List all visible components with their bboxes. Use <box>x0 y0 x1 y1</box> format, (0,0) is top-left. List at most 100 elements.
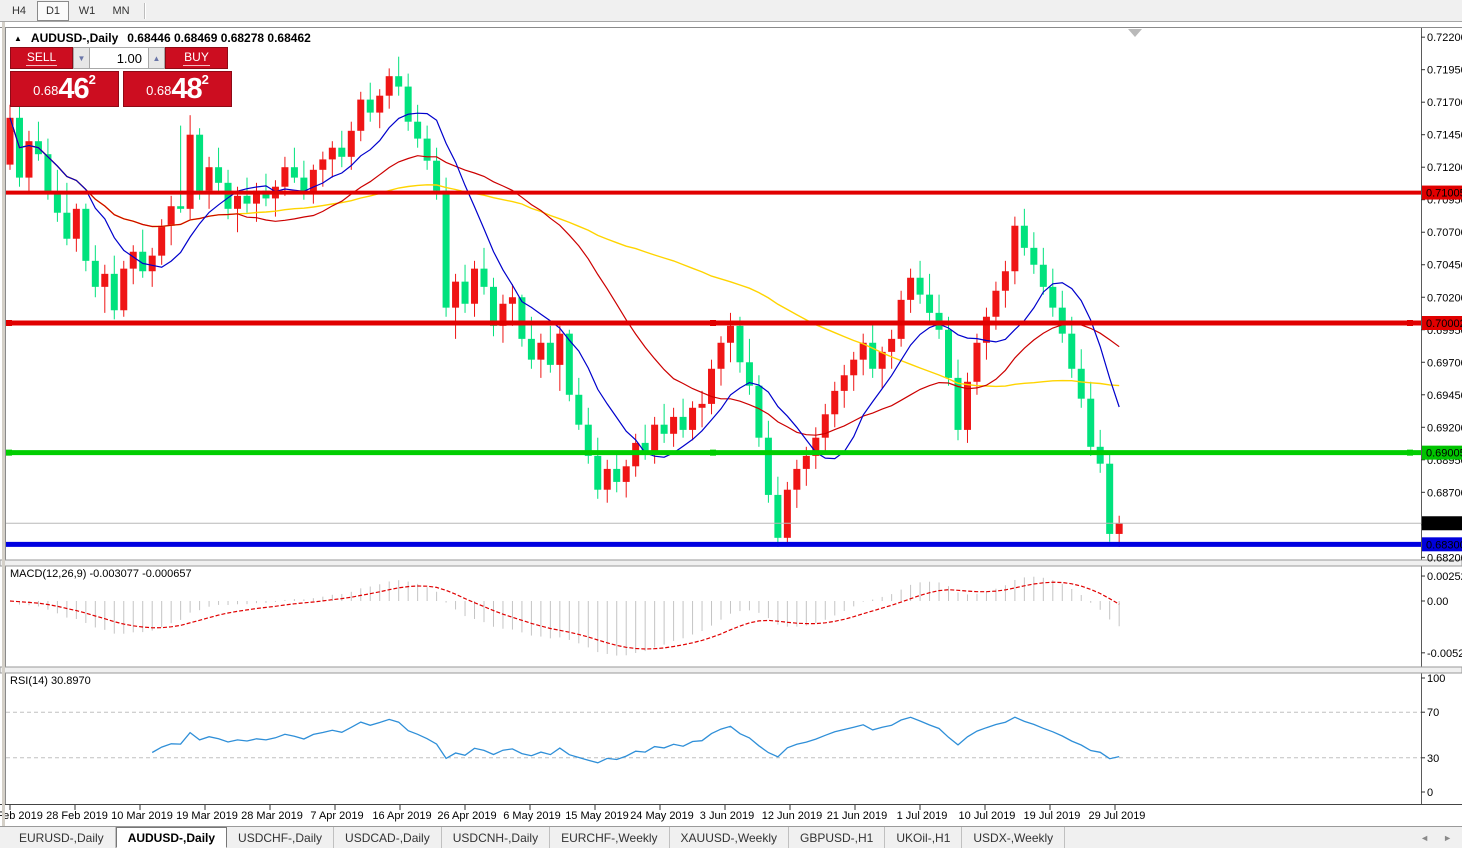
chart-tab-bar: EURUSD-,Daily AUDUSD-,Daily USDCHF-,Dail… <box>0 826 1462 848</box>
rsi-line <box>152 717 1119 763</box>
line-handle[interactable] <box>6 450 12 456</box>
price-tick-label: 0.70450 <box>1427 260 1462 272</box>
candlestick <box>481 269 488 287</box>
ma-slow-line <box>10 118 1119 387</box>
candlestick <box>680 417 687 430</box>
candlestick <box>509 297 516 304</box>
candlestick <box>462 282 469 304</box>
candlestick <box>310 170 317 193</box>
timeframe-button-h4[interactable]: H4 <box>3 1 35 21</box>
price-tick-label: 0.68200 <box>1427 552 1462 564</box>
macd-tick-label: -0.005234 <box>1427 648 1462 660</box>
date-tick-label: 10 Jul 2019 <box>959 810 1016 822</box>
date-tick-label: 10 Mar 2019 <box>111 810 173 822</box>
ma-fast-line <box>10 113 1119 458</box>
volume-decrease-button[interactable]: ▼ <box>73 47 90 69</box>
ma-mid-line <box>10 118 1119 435</box>
timeframe-button-w1[interactable]: W1 <box>71 1 103 21</box>
tab-usdx-weekly[interactable]: USDX-,Weekly <box>962 827 1065 848</box>
date-tick-label: 26 Apr 2019 <box>437 810 496 822</box>
tab-usdcnh-daily[interactable]: USDCNH-,Daily <box>442 827 550 848</box>
candlestick <box>623 466 630 482</box>
spin-down-icon: ▼ <box>78 54 86 63</box>
shift-end-triangle-icon[interactable] <box>1128 29 1142 37</box>
timeframe-button-mn[interactable]: MN <box>105 1 137 21</box>
line-handle[interactable] <box>710 320 716 326</box>
candlestick <box>376 96 383 113</box>
chart-menu-triangle-icon[interactable]: ▲ <box>14 34 22 43</box>
candlestick <box>490 287 497 326</box>
tab-ukoil-h1[interactable]: UKOil-,H1 <box>885 827 962 848</box>
candlestick <box>831 391 838 414</box>
candlestick <box>357 100 364 131</box>
date-tick-label: 15 May 2019 <box>565 810 629 822</box>
tab-eurchf-weekly[interactable]: EURCHF-,Weekly <box>550 827 669 848</box>
price-tick-label: 0.71950 <box>1427 65 1462 77</box>
pane-splitter[interactable] <box>0 667 1462 673</box>
sell-price-box[interactable]: 0.68462 <box>10 71 119 107</box>
tab-usdchf-daily[interactable]: USDCHF-,Daily <box>227 827 334 848</box>
candlestick <box>774 495 781 538</box>
date-tick-label: 3 Jun 2019 <box>700 810 754 822</box>
tab-xauusd-weekly[interactable]: XAUUSD-,Weekly <box>670 827 789 848</box>
tab-scroll-right-icon[interactable]: ► <box>1443 833 1452 843</box>
candlestick <box>926 295 933 313</box>
date-tick-label: 19 Jul 2019 <box>1024 810 1081 822</box>
candlestick <box>82 209 89 261</box>
candlestick <box>1068 334 1075 369</box>
candlestick <box>177 206 184 209</box>
volume-input[interactable] <box>90 47 148 69</box>
buy-button[interactable]: BUY <box>165 47 228 69</box>
timeframe-button-d1[interactable]: D1 <box>37 1 69 21</box>
price-tick-label: 0.71450 <box>1427 130 1462 142</box>
line-handle[interactable] <box>710 450 716 456</box>
price-tick-label: 0.70200 <box>1427 292 1462 304</box>
date-tick-label: 6 May 2019 <box>503 810 560 822</box>
volume-increase-button[interactable]: ▲ <box>148 47 165 69</box>
candlestick <box>111 274 118 310</box>
date-tick-label: 12 Jun 2019 <box>762 810 823 822</box>
buy-price-box[interactable]: 0.68482 <box>123 71 232 107</box>
date-tick-label: 24 May 2019 <box>630 810 694 822</box>
pane-splitter[interactable] <box>0 560 1462 566</box>
candlestick <box>1040 265 1047 287</box>
tab-eurusd-daily[interactable]: EURUSD-,Daily <box>8 827 116 848</box>
candlestick <box>291 167 298 177</box>
buy-price-prefix: 0.68 <box>146 78 171 104</box>
line-handle[interactable] <box>6 320 12 326</box>
line-handle[interactable] <box>1407 450 1413 456</box>
price-badge-label: 0.70002 <box>1426 318 1462 330</box>
buy-price-sup: 2 <box>202 73 209 86</box>
candlestick <box>1021 226 1028 248</box>
candlestick <box>1002 271 1009 291</box>
candlestick <box>784 490 791 538</box>
line-handle[interactable] <box>1407 320 1413 326</box>
candlestick <box>917 278 924 295</box>
candlestick <box>613 469 620 482</box>
candlestick <box>130 252 137 269</box>
tab-scroll-left-icon[interactable]: ◄ <box>1420 833 1429 843</box>
candlestick <box>1087 399 1094 447</box>
date-tick-label: 19 Feb 2019 <box>0 810 43 822</box>
main-chart[interactable]: 0.722000.719500.717000.714500.712000.709… <box>0 0 1462 848</box>
candlestick <box>101 274 108 287</box>
tab-usdcad-daily[interactable]: USDCAD-,Daily <box>334 827 442 848</box>
candlestick <box>244 196 251 204</box>
candlestick <box>63 213 70 239</box>
sell-button[interactable]: SELL <box>10 47 73 69</box>
tab-gbpusd-h1[interactable]: GBPUSD-,H1 <box>789 827 885 848</box>
candlestick <box>670 417 677 434</box>
candlestick <box>234 196 241 209</box>
candlestick <box>1097 447 1104 464</box>
chart-symbol-period: AUDUSD-,Daily <box>31 31 118 45</box>
candlestick <box>1049 287 1056 308</box>
candlestick <box>1116 523 1123 534</box>
tab-audusd-daily[interactable]: AUDUSD-,Daily <box>116 827 227 848</box>
price-badge-label: 0.71005 <box>1426 188 1462 200</box>
rsi-tick-label: 30 <box>1427 753 1439 765</box>
candlestick <box>803 456 810 469</box>
candlestick <box>319 159 326 169</box>
candlestick <box>755 386 762 438</box>
chart-quote-ohlc: 0.68446 0.68469 0.68278 0.68462 <box>127 31 311 45</box>
candlestick <box>708 369 715 404</box>
